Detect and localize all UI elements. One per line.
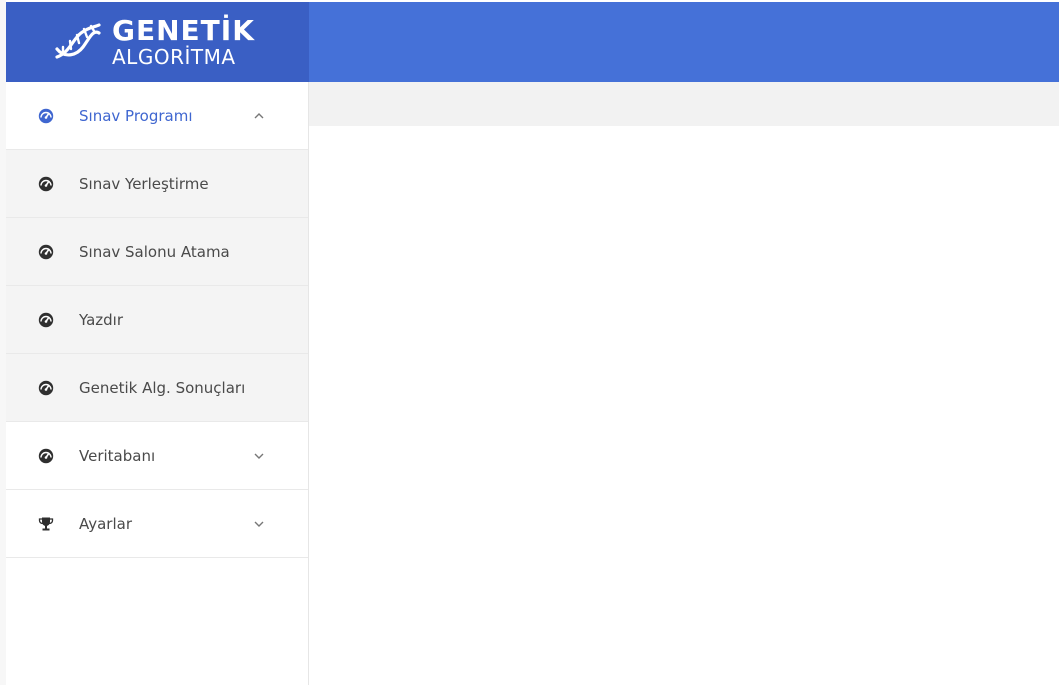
brand-subtitle: ALGORİTMA: [112, 45, 236, 69]
sidebar-item-yazdir[interactable]: Yazdır: [6, 286, 308, 354]
main-content: [309, 126, 1059, 685]
brand-logo[interactable]: GENETİK ALGORİTMA: [6, 2, 309, 82]
sidebar-item-label: Ayarlar: [79, 514, 133, 533]
sidebar-item-sinav-programi[interactable]: Sınav Programı: [6, 82, 308, 150]
brand-title: GENETİK: [112, 14, 255, 47]
top-header-bar: [309, 2, 1059, 82]
chevron-up-icon[interactable]: [252, 109, 266, 123]
chevron-down-icon[interactable]: [252, 449, 266, 463]
dashboard-icon: [38, 380, 54, 396]
sidebar-item-veritabani[interactable]: Veritabanı: [6, 422, 308, 490]
dashboard-icon: [38, 108, 54, 124]
dashboard-icon: [38, 448, 54, 464]
sidebar-item-label: Veritabanı: [79, 446, 156, 465]
sidebar-item-ayarlar[interactable]: Ayarlar: [6, 490, 308, 558]
sidebar-item-sinav-salonu-atama[interactable]: Sınav Salonu Atama: [6, 218, 308, 286]
sidebar-item-genetik-alg-sonuclari[interactable]: Genetik Alg. Sonuçları: [6, 354, 308, 422]
dashboard-icon: [38, 312, 54, 328]
sidebar-item-label: Sınav Salonu Atama: [79, 242, 230, 261]
sidebar-item-label: Yazdır: [79, 310, 124, 329]
dashboard-icon: [38, 176, 54, 192]
sidebar-item-label: Genetik Alg. Sonuçları: [79, 378, 246, 397]
dna-icon: [48, 17, 108, 67]
sidebar-item-label: Sınav Programı: [79, 106, 193, 125]
sidebar-item-label: Sınav Yerleştirme: [79, 174, 209, 193]
trophy-icon: [38, 516, 54, 532]
sidebar-item-sinav-yerlestirme[interactable]: Sınav Yerleştirme: [6, 150, 308, 218]
dashboard-icon: [38, 244, 54, 260]
chevron-down-icon[interactable]: [252, 517, 266, 531]
sidebar-menu: Sınav Programı Sınav Yerleştirme Sınav S…: [6, 82, 309, 685]
content-header-strip: [309, 82, 1059, 126]
